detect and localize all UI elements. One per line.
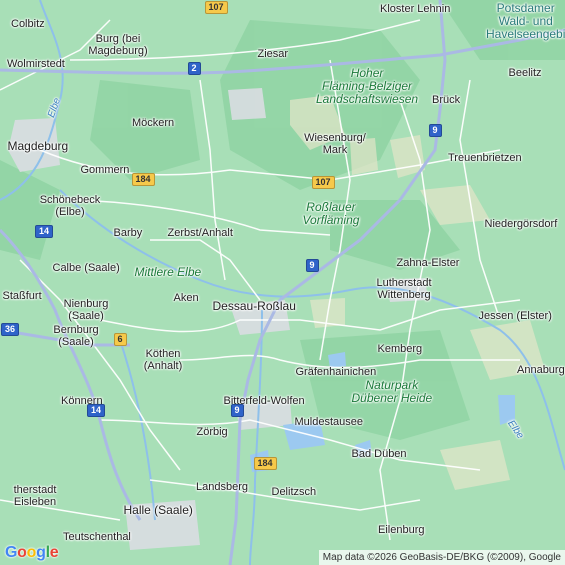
park-label-line: Hoher <box>350 65 384 80</box>
map-attribution[interactable]: Map data ©2026 GeoBasis-DE/BKG (©2009), … <box>318 550 565 565</box>
city-label-muldestausee[interactable]: Muldestausee <box>295 416 364 428</box>
city-label-burg[interactable]: Burg (bei Magdeburg) <box>83 33 153 57</box>
city-label-halle[interactable]: Halle (Saale) <box>124 504 193 516</box>
city-label-dessau[interactable]: Dessau-Roßlau <box>213 300 296 312</box>
park-label-line: Mittlere Elbe <box>134 264 202 279</box>
city-label-schonebeck[interactable]: Schönebeck (Elbe) <box>35 194 105 218</box>
city-label-aken[interactable]: Aken <box>174 292 199 304</box>
city-label-jessen[interactable]: Jessen (Elster) <box>479 310 552 322</box>
city-label-wolmirstedt[interactable]: Wolmirstedt <box>7 58 65 70</box>
city-label-lutherstadt-eisleben[interactable]: therstadt Eisleben <box>0 484 70 508</box>
city-label-kloster-lehnin[interactable]: Kloster Lehnin <box>380 3 450 15</box>
logo-letter: G <box>5 544 18 561</box>
region-label-line: Havelseengebi <box>486 27 565 41</box>
city-label-ziesar[interactable]: Ziesar <box>258 48 289 60</box>
park-label-mittlere-elbe[interactable]: Mittlere Elbe <box>134 264 202 279</box>
road-shield-a9-south: 9 <box>230 403 244 417</box>
road-shield-a2: 2 <box>187 61 201 75</box>
city-label-nienburg[interactable]: Nienburg (Saale) <box>51 298 121 322</box>
park-label-hoher-flaming[interactable]: Hoher Fläming-Belziger Landschaftswiesen <box>316 65 419 106</box>
logo-letter: g <box>36 544 46 561</box>
road-shield-a14-north: 14 <box>35 224 54 238</box>
city-label-zahna[interactable]: Zahna-Elster <box>397 257 460 269</box>
park-label-line: Landschaftswiesen <box>316 91 419 106</box>
city-label-stassfurt[interactable]: Staßfurt <box>3 290 42 302</box>
city-label-annaburg[interactable]: Annaburg <box>517 364 565 376</box>
city-label-kothen[interactable]: Köthen (Anhalt) <box>128 348 198 372</box>
city-label-colbitz[interactable]: Colbitz <box>11 18 45 30</box>
city-label-gommern[interactable]: Gommern <box>81 164 130 176</box>
city-label-calbe[interactable]: Calbe (Saale) <box>53 262 120 274</box>
city-label-beelitz[interactable]: Beelitz <box>509 67 542 79</box>
city-label-barby[interactable]: Barby <box>114 227 143 239</box>
park-label-rosslauer-vorflaming[interactable]: Roßlauer Vorfläming <box>303 201 360 227</box>
region-label-potsdamer-wald[interactable]: Potsdamer Wald- und Havelseengebi <box>486 2 565 41</box>
park-label-line: Fläming-Belziger <box>322 78 413 93</box>
city-label-bad-duben[interactable]: Bad Düben <box>352 448 407 460</box>
road-shield-a9-north: 9 <box>428 123 442 137</box>
logo-letter: e <box>49 544 59 561</box>
city-label-bernburg[interactable]: Bernburg (Saale) <box>41 324 111 348</box>
city-label-teutschenthal[interactable]: Teutschenthal <box>63 531 131 543</box>
city-label-bruck[interactable]: Brück <box>432 94 460 106</box>
city-label-treuenbrietzen[interactable]: Treuenbrietzen <box>448 152 522 164</box>
map-base-layer <box>0 0 565 565</box>
park-label-naturpark-dubener-heide[interactable]: Naturpark Dübener Heide <box>352 379 433 405</box>
park-label-line: Dübener Heide <box>351 391 433 405</box>
city-label-magdeburg[interactable]: Magdeburg <box>8 140 69 152</box>
city-label-grafenhainichen[interactable]: Gräfenhainichen <box>296 366 377 378</box>
city-label-landsberg[interactable]: Landsberg <box>196 481 248 493</box>
city-label-mockern[interactable]: Möckern <box>132 117 174 129</box>
city-label-delitzsch[interactable]: Delitzsch <box>272 486 317 498</box>
map-canvas[interactable]: Colbitz Wolmirstedt Burg (bei Magdeburg) Zi… <box>0 0 565 565</box>
city-label-wiesenburg[interactable]: Wiesenburg/ Mark <box>300 132 370 156</box>
google-logo: Google <box>5 544 59 562</box>
road-shield-a14-south: 14 <box>87 403 106 417</box>
road-shield-b107-mid: 107 <box>311 175 335 189</box>
logo-letter: o <box>26 544 37 561</box>
road-shield-a36: 36 <box>1 322 20 336</box>
road-shield-b6: 6 <box>113 332 127 346</box>
city-label-niedergorsdorf[interactable]: Niedergörsdorf <box>485 218 558 230</box>
city-label-zerbst[interactable]: Zerbst/Anhalt <box>168 227 233 239</box>
road-shield-a9-mid: 9 <box>305 258 319 272</box>
road-shield-b107-north: 107 <box>204 0 228 14</box>
logo-letter: o <box>17 544 27 561</box>
road-shield-b184-north: 184 <box>131 172 155 186</box>
city-label-kemberg[interactable]: Kemberg <box>378 343 423 355</box>
park-label-line: Vorfläming <box>302 213 360 227</box>
city-label-lutherstadt-wittenberg[interactable]: Lutherstadt Wittenberg <box>369 277 439 301</box>
road-shield-b184-south: 184 <box>253 456 277 470</box>
city-label-eilenburg[interactable]: Eilenburg <box>378 524 424 536</box>
city-label-zorbig[interactable]: Zörbig <box>197 426 228 438</box>
